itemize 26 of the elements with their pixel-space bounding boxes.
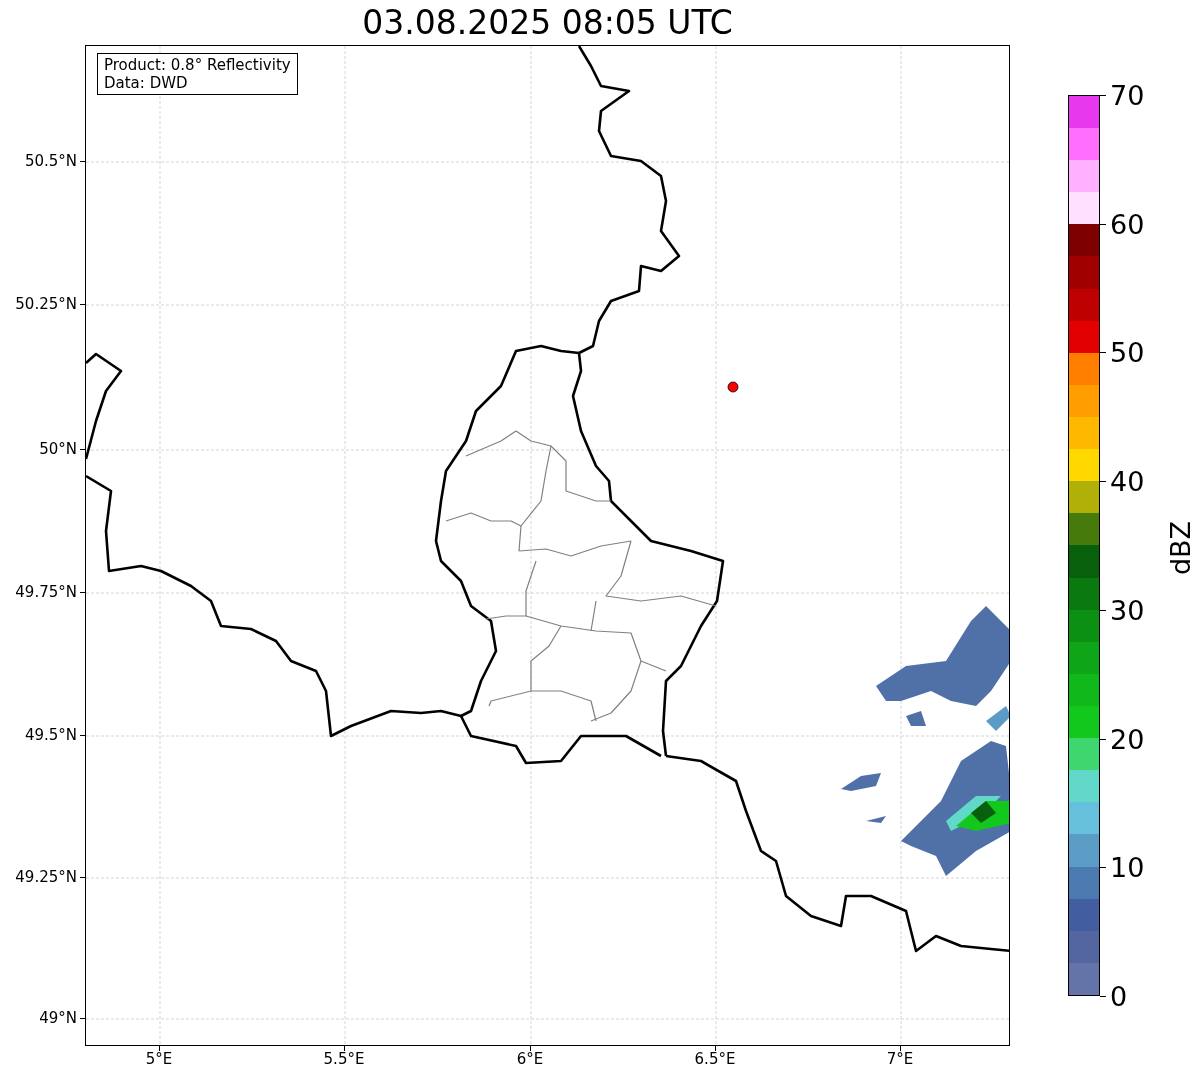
- colorbar-tick-label: 30: [1110, 596, 1145, 624]
- chart-title: 03.08.2025 08:05 UTC: [362, 6, 733, 39]
- colorbar-tick-label: 20: [1110, 725, 1145, 753]
- legend-text: Data: DWD: [104, 74, 189, 92]
- colorbar-tick-label: 0: [1110, 982, 1128, 1010]
- colorbar-label: dBZ: [1166, 520, 1194, 576]
- axis-tick-label: 50°N: [39, 441, 77, 457]
- axis-tick-label: 5.5°E: [323, 1052, 365, 1067]
- axis-tick-label: 5°E: [145, 1052, 173, 1067]
- axis-tick-label: 6°E: [516, 1052, 544, 1067]
- tick-mark: [1100, 996, 1106, 997]
- colorbar-tick-label: 50: [1110, 338, 1145, 366]
- axis-tick-label: 50.5°N: [24, 153, 77, 169]
- axis-tick-label: 50.25°N: [15, 296, 77, 312]
- colorbar-tick-label: 40: [1110, 467, 1145, 495]
- axis-tick-label: 49°N: [39, 1010, 77, 1026]
- colorbar-tick-label: 70: [1110, 81, 1145, 109]
- axis-tick-label: 49.25°N: [15, 869, 77, 885]
- legend-text: Product: 0.8° Reflectivity: [104, 56, 291, 74]
- axis-tick-label: 7°E: [886, 1052, 914, 1067]
- axis-tick-label: 49.75°N: [15, 584, 77, 600]
- axis-tick-label: 6.5°E: [694, 1052, 736, 1067]
- colorbar-tick-label: 60: [1110, 210, 1145, 238]
- colorbar-tick-label: 10: [1110, 853, 1145, 881]
- axis-tick-label: 49.5°N: [24, 727, 77, 743]
- radar-site-marker: [727, 381, 739, 393]
